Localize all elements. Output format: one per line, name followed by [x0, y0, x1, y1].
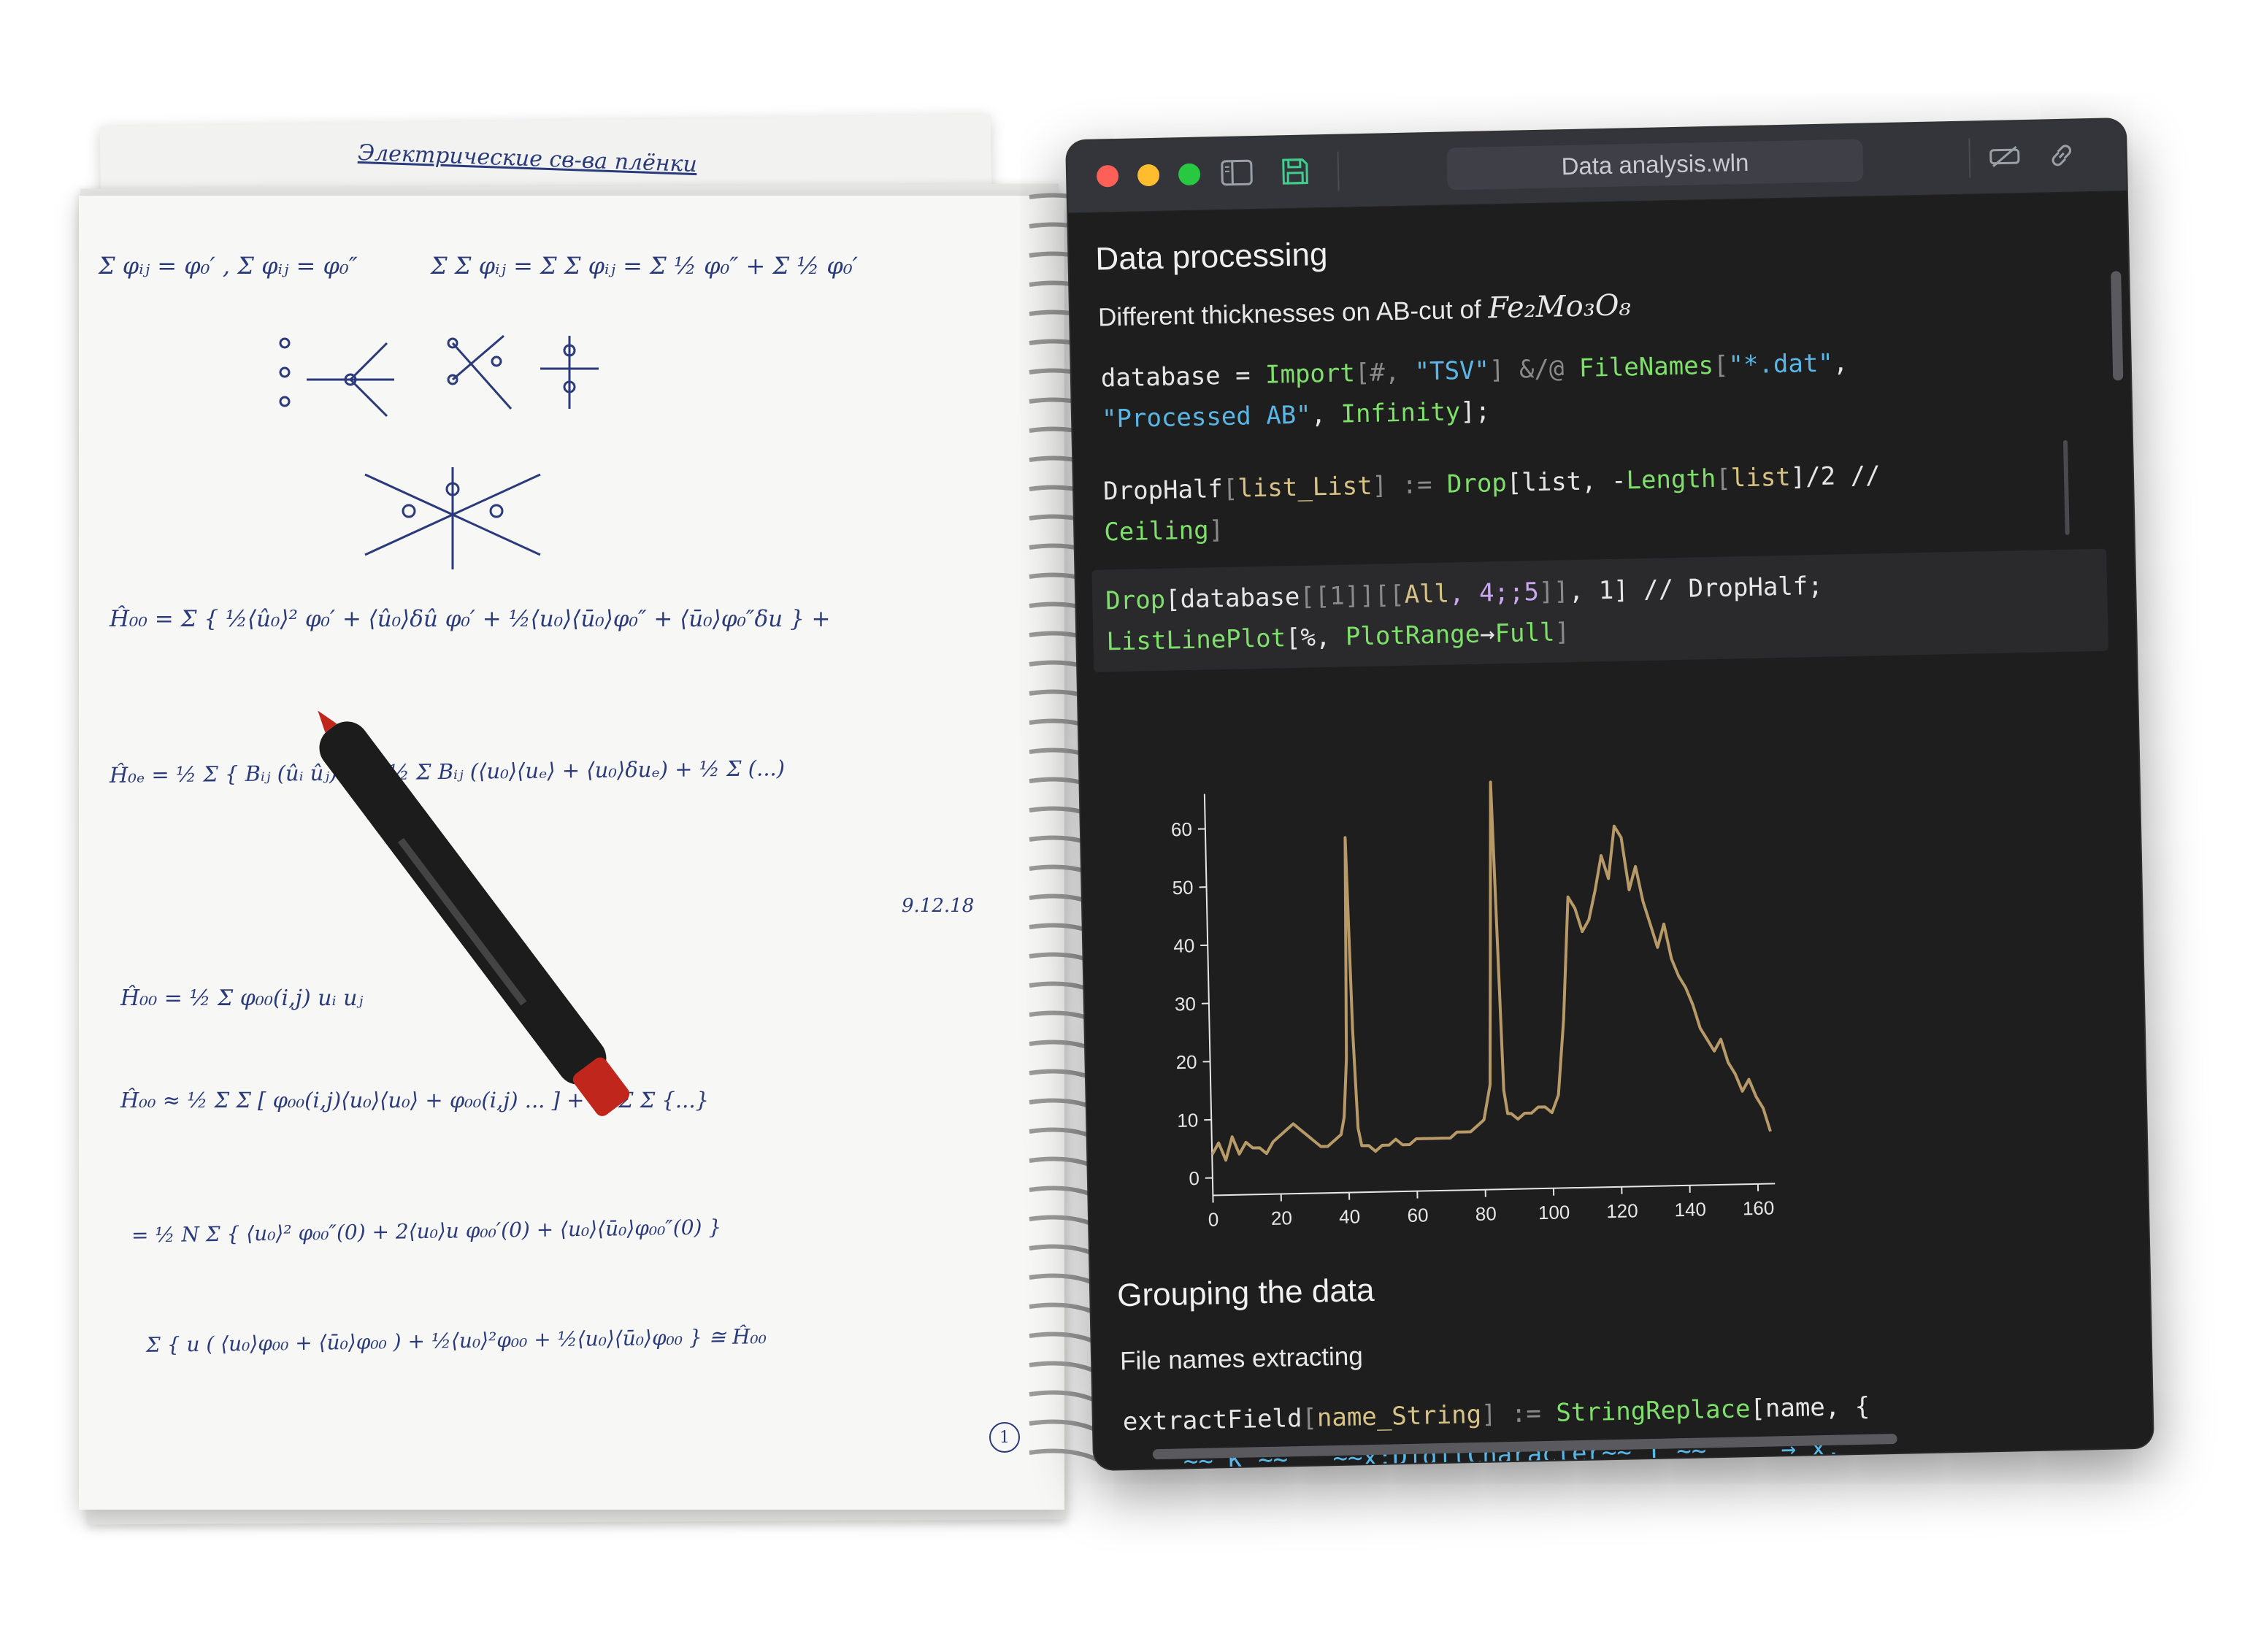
close-window-button[interactable]	[1096, 164, 1119, 188]
line-plot-output[interactable]: 0 10 20 30 40 50 60 0 20 40 60 80 100 120 140 160	[1124, 767, 1790, 1248]
y-tick-label: 0	[1189, 1167, 1200, 1189]
code-cell-drophalf[interactable]: DropHalf[list_List] := Drop[list, -Lengt…	[1103, 455, 1882, 553]
x-tick-label: 80	[1475, 1202, 1497, 1225]
toolbar-divider	[1968, 138, 1971, 178]
vertical-scrollbar[interactable]	[2111, 271, 2124, 381]
x-axis	[1213, 1183, 1776, 1196]
handwritten-line: Ĥ₀₀ = Σ { ½⟨û₀⟩² φ₀′ + ⟨û₀⟩δû φ₀′ + ½⟨u₀…	[110, 606, 831, 632]
toolbar-divider	[1337, 151, 1340, 191]
link-icon[interactable]	[2045, 140, 2078, 170]
x-tick-label: 20	[1271, 1207, 1293, 1229]
unlink-icon[interactable]	[1988, 142, 2021, 172]
section-title: Grouping the data	[1116, 1272, 1375, 1314]
notebook-app-window: Data analysis.wln Data processing Differ…	[1067, 119, 2153, 1469]
y-tick-label: 40	[1173, 934, 1195, 957]
maximize-window-button[interactable]	[1178, 163, 1201, 186]
data-series-line	[1210, 780, 1772, 1162]
subtitle-text: Different thicknesses on AB-cut of	[1097, 295, 1482, 332]
code-cell-import[interactable]: database = Import[#, "TSV"] &/@ FileName…	[1100, 342, 1849, 439]
y-tick-label: 60	[1171, 818, 1193, 841]
x-tick-label: 0	[1208, 1208, 1219, 1230]
notebook-content: Data processing Different thicknesses on…	[1068, 191, 2153, 1469]
y-tick-label: 20	[1175, 1051, 1197, 1074]
x-tick-label: 40	[1339, 1205, 1361, 1228]
save-icon[interactable]	[1279, 156, 1312, 186]
cell-bracket[interactable]	[2062, 439, 2070, 535]
x-tick-label: 100	[1538, 1201, 1570, 1223]
subtitle-formula: Fe₂Mo₃O₈	[1487, 288, 1632, 326]
handwritten-date: 9.12.18	[902, 895, 975, 917]
handwritten-line: Σ Σ φᵢⱼ = Σ Σ φᵢⱼ = Σ ½ φ₀″ + Σ ½ φ₀′	[431, 252, 858, 280]
minimize-window-button[interactable]	[1137, 164, 1160, 187]
x-tick-label: 160	[1743, 1196, 1775, 1219]
y-axis	[1203, 794, 1214, 1196]
x-tick-label: 140	[1674, 1198, 1706, 1221]
code-cell-plot[interactable]: Drop[database[[1]][[All, 4;;5]], 1] // D…	[1105, 566, 1824, 663]
x-tick-label: 60	[1407, 1204, 1429, 1226]
section-title: Data processing	[1094, 236, 1328, 277]
marker-pen	[318, 710, 630, 1116]
section-subtitle: File names extracting	[1119, 1342, 1364, 1376]
page-number: 1	[989, 1422, 1020, 1453]
y-tick-label: 30	[1175, 993, 1197, 1015]
section-subtitle: Different thicknesses on AB-cut of Fe₂Mo…	[1098, 288, 1631, 333]
x-tick-label: 120	[1606, 1199, 1638, 1222]
file-tab[interactable]: Data analysis.wln	[1446, 139, 1864, 191]
handwritten-diagram	[279, 334, 599, 569]
handwritten-line: Σ φᵢⱼ = φ₀′ , Σ φᵢⱼ = φ₀″	[99, 252, 358, 280]
sidebar-icon[interactable]	[1221, 158, 1254, 188]
y-tick-label: 10	[1177, 1109, 1199, 1132]
y-tick-label: 50	[1172, 877, 1194, 899]
